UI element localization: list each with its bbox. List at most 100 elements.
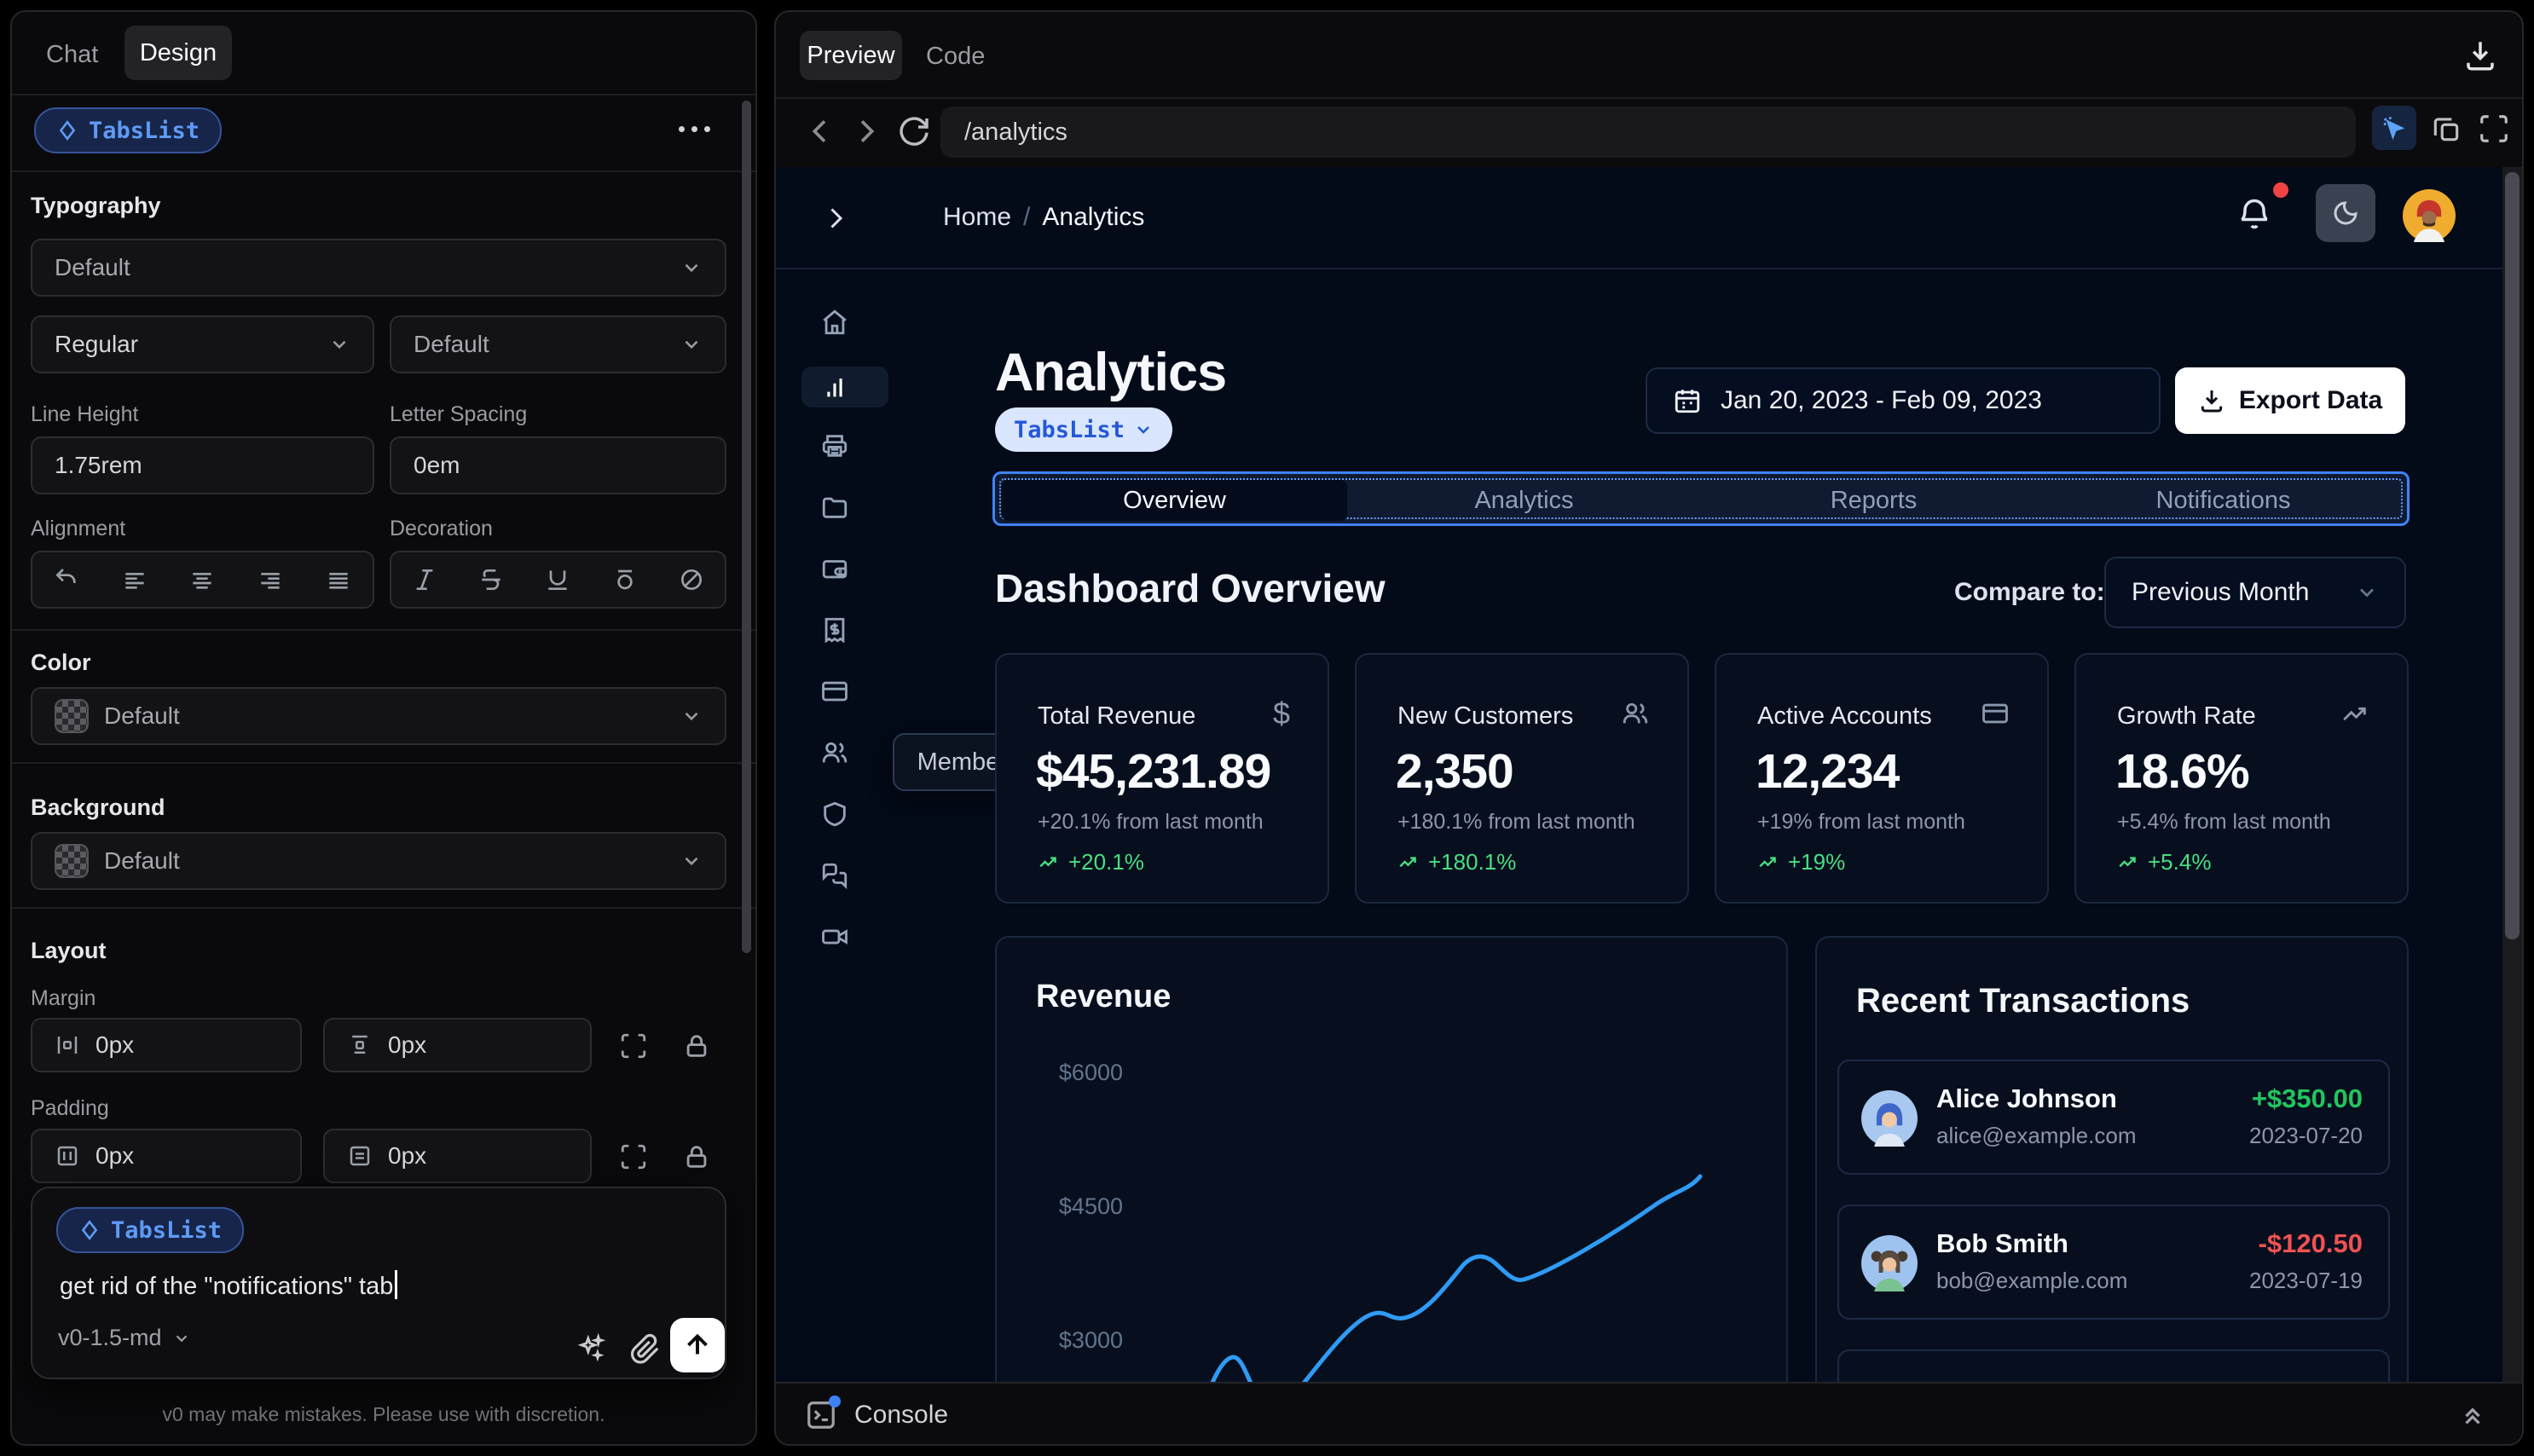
receipt-icon[interactable]	[820, 615, 849, 644]
tab-design[interactable]: Design	[124, 26, 232, 80]
undo-icon[interactable]	[53, 566, 80, 593]
bell-icon[interactable]	[2236, 194, 2273, 235]
bar-chart-icon[interactable]	[820, 373, 849, 402]
tab-analytics[interactable]: Analytics	[1351, 480, 1697, 521]
refresh-icon[interactable]	[897, 114, 931, 148]
trend-up-icon	[1759, 856, 1776, 867]
model-selector[interactable]: v0-1.5-md	[58, 1325, 191, 1351]
console-bar[interactable]: Console	[776, 1382, 2522, 1444]
divider	[12, 762, 755, 764]
tab-reports[interactable]: Reports	[1701, 480, 2046, 521]
font-weight-select[interactable]: Regular	[31, 315, 374, 373]
align-justify-icon[interactable]	[325, 566, 352, 593]
alignment-group	[31, 551, 374, 609]
messages-icon[interactable]	[820, 861, 849, 890]
inspect-tool-button[interactable]	[2372, 106, 2416, 150]
users-icon[interactable]	[820, 738, 849, 767]
transaction-row[interactable]: Bob Smith bob@example.com -$120.50 2023-…	[1837, 1205, 2390, 1320]
margin-x-input[interactable]: 0px	[31, 1018, 302, 1072]
letter-spacing-input[interactable]: 0em	[390, 436, 726, 494]
background-swatch	[55, 844, 89, 878]
strikethrough-icon[interactable]	[477, 566, 505, 593]
divider	[776, 97, 2522, 99]
diamond-icon	[59, 120, 76, 141]
export-data-button[interactable]: Export Data	[2175, 367, 2405, 434]
download-icon[interactable]	[2462, 38, 2498, 73]
preview-scrollbar[interactable]	[2502, 167, 2522, 1391]
paperclip-icon[interactable]	[629, 1332, 662, 1364]
layout-section-label: Layout	[31, 938, 107, 963]
italic-icon[interactable]	[411, 566, 438, 593]
tab-preview[interactable]: Preview	[800, 31, 902, 80]
line-height-input[interactable]: 1.75rem	[31, 436, 374, 494]
moon-icon	[2334, 201, 2358, 225]
video-icon[interactable]	[820, 922, 849, 951]
copy-icon[interactable]	[2430, 113, 2462, 145]
printer-icon[interactable]	[820, 431, 849, 460]
align-right-icon[interactable]	[257, 566, 284, 593]
margin-expand-icon[interactable]	[619, 1031, 648, 1060]
user-avatar[interactable]	[2403, 189, 2456, 242]
forward-icon[interactable]	[849, 113, 883, 150]
color-select[interactable]: Default	[31, 687, 726, 745]
align-center-icon[interactable]	[188, 566, 216, 593]
padding-expand-icon[interactable]	[619, 1142, 648, 1171]
divider	[12, 629, 755, 631]
text-caret	[395, 1270, 398, 1299]
stat-card-total-revenue: Total Revenue $ $45,231.89 +20.1% from l…	[995, 653, 1329, 904]
sidebar-toggle-icon[interactable]	[820, 201, 851, 235]
chevrons-up-icon[interactable]	[2457, 1399, 2488, 1430]
tab-chat[interactable]: Chat	[46, 41, 98, 69]
padding-y-input[interactable]: 0px	[323, 1129, 592, 1183]
padding-x-input[interactable]: 0px	[31, 1129, 302, 1183]
padding-x-icon	[57, 1146, 78, 1166]
tab-notifications[interactable]: Notifications	[2051, 480, 2396, 521]
url-input[interactable]: /analytics	[940, 107, 2356, 158]
panel-scrollbar[interactable]	[742, 101, 751, 953]
no-decoration-icon[interactable]	[678, 566, 705, 593]
margin-lock-icon[interactable]	[682, 1031, 711, 1060]
tab-overview[interactable]: Overview	[1002, 480, 1347, 521]
selected-component-badge[interactable]: TabsList	[995, 407, 1173, 452]
folder-icon[interactable]	[820, 493, 849, 522]
trending-up-icon	[2343, 707, 2366, 721]
background-select[interactable]: Default	[31, 832, 726, 890]
compare-select[interactable]: Previous Month	[2104, 557, 2406, 628]
font-size-select[interactable]: Default	[390, 315, 726, 373]
theme-toggle-button[interactable]	[2316, 184, 2375, 242]
transaction-row[interactable]: Alice Johnson alice@example.com +$350.00…	[1837, 1060, 2390, 1175]
stat-card-growth-rate: Growth Rate 18.6% +5.4% from last month …	[2074, 653, 2409, 904]
transaction-amount: +$350.00	[2251, 1083, 2363, 1113]
fullscreen-icon[interactable]	[2478, 113, 2510, 145]
selected-component-chip[interactable]: TabsList	[34, 107, 223, 153]
back-icon[interactable]	[803, 113, 837, 150]
padding-lock-icon[interactable]	[682, 1142, 711, 1171]
margin-x-icon	[57, 1037, 78, 1054]
chevron-down-icon	[176, 1334, 187, 1342]
typography-section-label: Typography	[31, 193, 161, 218]
prompt-input[interactable]: get rid of the "notifications" tab	[60, 1270, 398, 1301]
credit-card-icon[interactable]	[820, 677, 849, 706]
send-button[interactable]	[670, 1318, 725, 1372]
chat-composer[interactable]: TabsList get rid of the "notifications" …	[31, 1187, 726, 1379]
date-range-picker[interactable]: Jan 20, 2023 - Feb 09, 2023	[1646, 367, 2161, 434]
shield-icon[interactable]	[820, 800, 849, 829]
more-menu-icon[interactable]	[679, 126, 710, 132]
divider	[12, 170, 755, 172]
tab-code[interactable]: Code	[926, 43, 985, 71]
margin-y-input[interactable]: 0px	[323, 1018, 592, 1072]
overline-icon[interactable]	[611, 566, 639, 593]
home-icon[interactable]	[820, 308, 849, 337]
align-left-icon[interactable]	[121, 566, 148, 593]
divider	[12, 907, 755, 909]
underline-icon[interactable]	[544, 566, 571, 593]
trend-up-icon	[2119, 856, 2136, 867]
breadcrumb: Home / Analytics	[943, 203, 1144, 232]
wallet-icon[interactable]	[820, 554, 849, 583]
breadcrumb-home[interactable]: Home	[943, 203, 1011, 232]
pointer-sparkle-icon	[2383, 116, 2405, 141]
sparkles-icon[interactable]	[575, 1332, 607, 1364]
composer-context-chip[interactable]: TabsList	[56, 1207, 245, 1253]
font-select[interactable]: Default	[31, 239, 726, 297]
chevron-down-icon	[685, 340, 698, 350]
